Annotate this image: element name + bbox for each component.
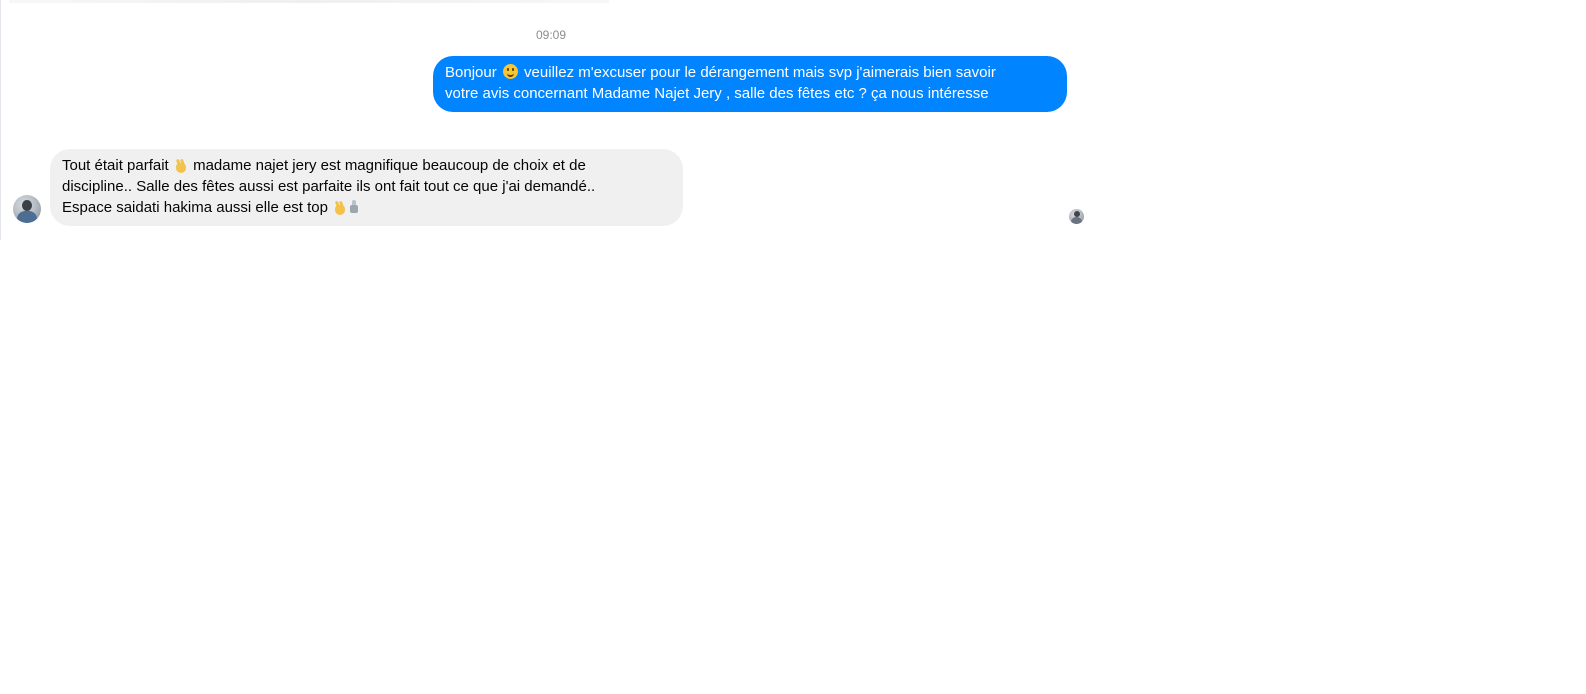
chat-conversation-pane: 09:09 Bonjour veuillez m'excuser pour le… xyxy=(0,0,1110,240)
message-timestamp: 09:09 xyxy=(535,28,567,42)
thumbs-up-emoji-icon xyxy=(349,200,359,214)
outgoing-message-bubble[interactable]: Bonjour veuillez m'excuser pour le déran… xyxy=(433,56,1067,112)
contact-avatar[interactable] xyxy=(13,195,41,223)
incoming-message-text-start: Tout était parfait xyxy=(62,157,169,174)
outgoing-message-text-start: Bonjour xyxy=(445,64,497,81)
ok-hand-emoji-icon xyxy=(334,200,346,215)
smiling-face-emoji-icon xyxy=(502,64,518,79)
incoming-message-bubble[interactable]: Tout était parfait madame najet jery est… xyxy=(50,149,683,226)
seen-indicator-avatar xyxy=(1069,209,1084,224)
previous-message-edge xyxy=(9,0,609,3)
ok-hand-emoji-icon xyxy=(175,158,187,173)
outgoing-message-text-rest: veuillez m'excuser pour le dérangement m… xyxy=(445,64,996,102)
